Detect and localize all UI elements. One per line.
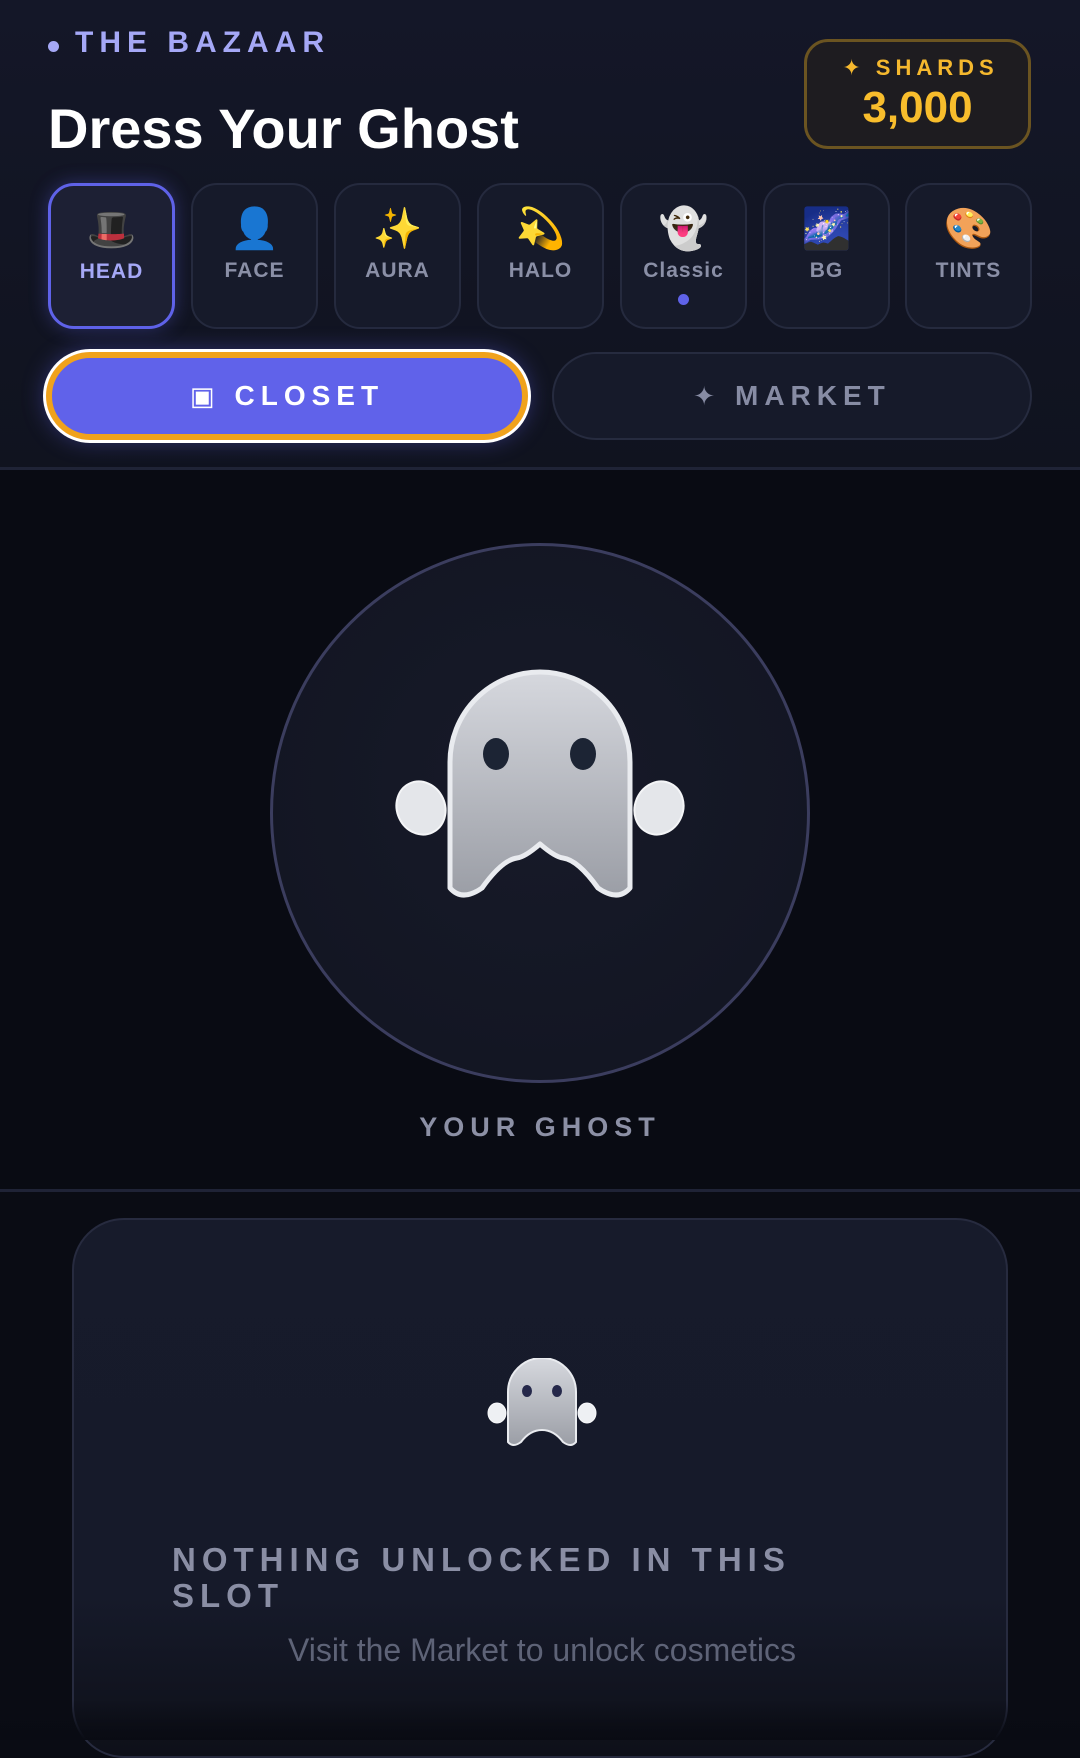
ghost-avatar <box>395 669 685 898</box>
category-label: TINTS <box>935 259 1002 282</box>
dizzy-star-icon: 💫 <box>515 206 566 252</box>
shards-balance-badge: ✦ SHARDS 3,000 <box>804 39 1031 149</box>
closet-tab-button[interactable]: ▣ CLOSET <box>46 352 528 440</box>
milky-way-icon: 🌌 <box>801 206 852 252</box>
category-label: HALO <box>508 259 573 282</box>
palette-icon: 🎨 <box>943 206 994 252</box>
preview-caption: YOUR GHOST <box>419 1112 661 1142</box>
sparkle-icon: ✦ <box>842 55 866 80</box>
category-halo[interactable]: 💫 HALO <box>477 183 604 329</box>
top-hat-icon: 🎩 <box>86 207 137 253</box>
selected-indicator-dot <box>678 294 689 305</box>
ghost-icon: 👻 <box>658 206 709 252</box>
brand-label: THE BAZAAR <box>75 26 330 59</box>
empty-state-title: NOTHING UNLOCKED IN THIS SLOT <box>172 1541 791 1614</box>
category-head[interactable]: 🎩 HEAD <box>48 183 175 329</box>
empty-state-subtitle: Visit the Market to unlock cosmetics <box>287 1632 797 1668</box>
category-label: AURA <box>365 259 430 282</box>
shards-label: SHARDS <box>875 55 999 80</box>
category-classic[interactable]: 👻 Classic <box>620 183 747 329</box>
sparkle-icon: ✦ <box>693 380 716 411</box>
shards-value: 3,000 <box>862 83 973 132</box>
category-bg[interactable]: 🌌 BG <box>763 183 890 329</box>
brand-dot-icon <box>48 40 59 52</box>
shards-label-row: ✦ SHARDS <box>836 55 998 81</box>
empty-state-card: NOTHING UNLOCKED IN THIS SLOT Visit the … <box>72 1218 1008 1758</box>
category-label: Classic <box>643 259 724 282</box>
market-tab-button[interactable]: ✦ MARKET <box>552 352 1032 440</box>
header-panel: THE BAZAAR Dress Your Ghost ✦ SHARDS 3,0… <box>0 0 1080 470</box>
ghost-illustration-icon <box>487 1358 597 1446</box>
person-silhouette-icon: 👤 <box>229 206 280 252</box>
sparkles-icon: ✨ <box>372 206 423 252</box>
category-label: FACE <box>224 259 285 282</box>
brand: THE BAZAAR <box>48 26 330 60</box>
closet-tab-label: CLOSET <box>234 380 385 411</box>
category-face[interactable]: 👤 FACE <box>191 183 318 329</box>
category-label: HEAD <box>79 260 144 283</box>
ghost-preview-stage: YOUR GHOST <box>0 470 1080 1192</box>
market-tab-label: MARKET <box>735 380 891 411</box>
page-title: Dress Your Ghost <box>48 97 519 160</box>
bottom-fade <box>0 1700 1080 1740</box>
category-aura[interactable]: ✨ AURA <box>334 183 461 329</box>
category-tints[interactable]: 🎨 TINTS <box>905 183 1032 329</box>
category-tabs: 🎩 HEAD 👤 FACE ✨ AURA 💫 HALO 👻 Classic 🌌 … <box>48 183 1032 329</box>
category-label: BG <box>809 259 844 282</box>
wardrobe-icon: ▣ <box>189 380 215 411</box>
